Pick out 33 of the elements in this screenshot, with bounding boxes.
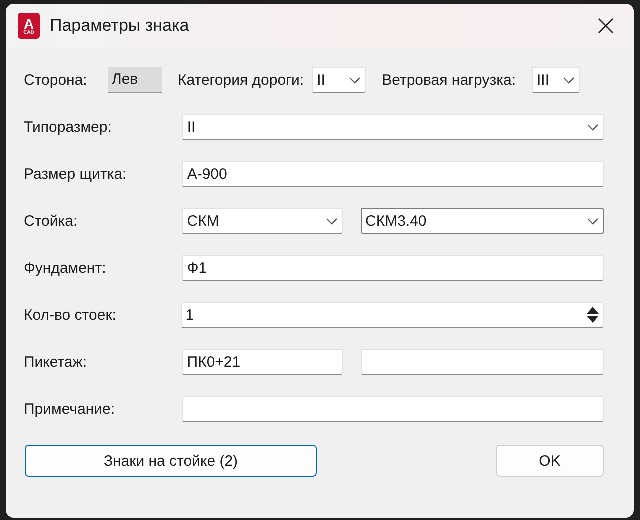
chevron-down-icon[interactable] bbox=[587, 218, 599, 224]
window-title: Параметры знака bbox=[50, 16, 190, 36]
chevron-down-icon[interactable] bbox=[562, 76, 575, 84]
chevron-down-icon[interactable] bbox=[326, 218, 338, 224]
dropdown[interactable]: СКМ bbox=[182, 208, 343, 234]
field-label: Ветровая нагрузка: bbox=[382, 72, 516, 88]
close-icon[interactable] bbox=[598, 18, 614, 34]
dropdown[interactable]: II bbox=[312, 67, 366, 93]
field-label: Категория дороги: bbox=[178, 72, 304, 88]
side-value: Лев bbox=[108, 67, 162, 93]
dropdown[interactable]: II bbox=[182, 114, 604, 140]
dropdown[interactable]: СКМ3.40 bbox=[360, 208, 604, 234]
chevron-down-icon[interactable] bbox=[349, 76, 362, 84]
chevron-down-icon[interactable] bbox=[587, 124, 599, 130]
field-label: Пикетаж: bbox=[24, 354, 88, 370]
field-label: Размер щитка: bbox=[24, 166, 128, 182]
text-field[interactable]: А-900 bbox=[182, 161, 604, 187]
field-label: Кол-во стоек: bbox=[24, 306, 118, 324]
field-label: Примечание: bbox=[24, 400, 116, 418]
text-field[interactable] bbox=[182, 396, 604, 422]
text-field[interactable]: Ф1 bbox=[182, 255, 604, 281]
field-label: Сторона: bbox=[24, 72, 88, 88]
text-field[interactable]: ПК0+21 bbox=[182, 349, 343, 375]
text-field[interactable] bbox=[360, 349, 604, 375]
spin-up-icon[interactable] bbox=[587, 307, 599, 314]
field-label: Стойка: bbox=[24, 212, 79, 230]
field-label: Типоразмер: bbox=[24, 118, 113, 136]
signs-on-post-button[interactable]: Знаки на стойке (2) bbox=[25, 445, 317, 477]
spin-field[interactable]: 1 bbox=[180, 302, 604, 328]
ok-button[interactable]: OK bbox=[496, 445, 604, 477]
field-label: Фундамент: bbox=[24, 260, 108, 276]
spin-down-icon[interactable] bbox=[587, 316, 599, 323]
dropdown[interactable]: III bbox=[532, 67, 580, 93]
